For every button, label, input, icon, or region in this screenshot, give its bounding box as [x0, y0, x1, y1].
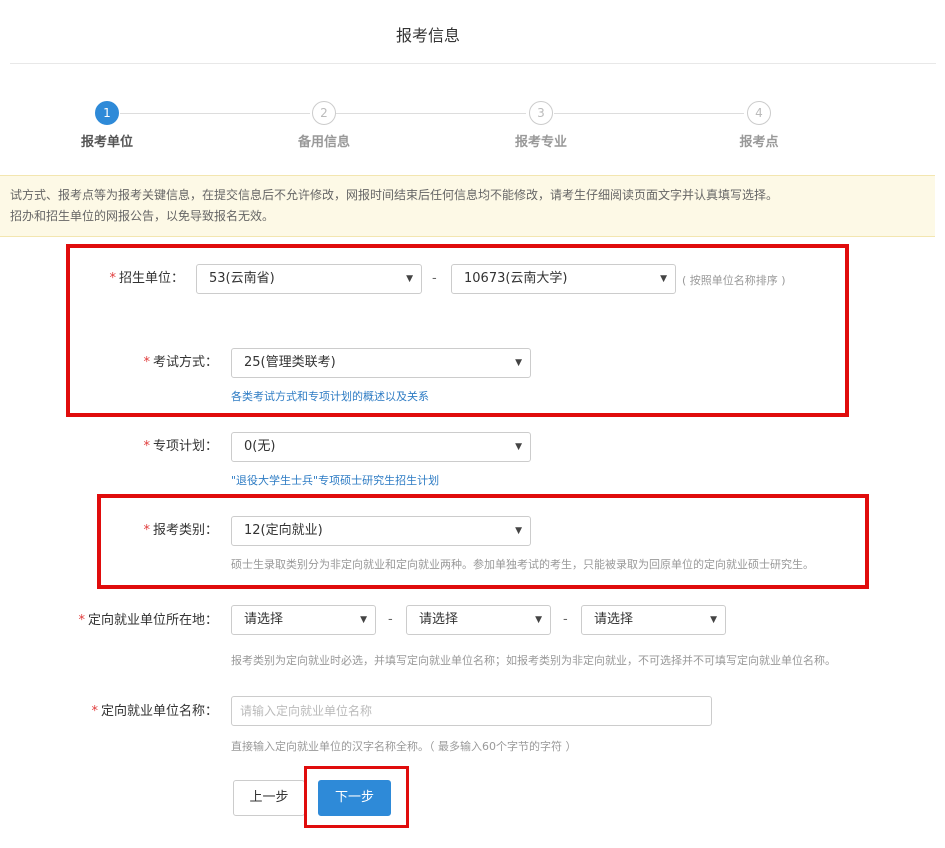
step-3: 3 报考专业 [481, 101, 601, 150]
prev-step-button[interactable]: 上一步 [233, 780, 305, 816]
caret-down-icon: ▼ [360, 615, 367, 625]
label-text: 招生单位： [118, 271, 184, 286]
veteran-plan-link[interactable]: "退役大学生士兵"专项硕士研究生招生计划 [231, 472, 439, 488]
sort-note: ( 按照单位名称排序 ) [682, 274, 786, 287]
caret-down-icon: ▼ [710, 615, 717, 625]
label-text: 定向就业单位所在地： [87, 613, 218, 628]
notice-line: 试方式、报考点等为报考关键信息，在提交信息后不允许修改，网报时间结束后任何信息均… [10, 188, 779, 202]
location-hint: 报考类别为定向就业时必选，并填写定向就业单位名称；如报考类别为非定向就业，不可选… [231, 654, 836, 667]
employer-name-label: * 定向就业单位名称： [91, 696, 218, 728]
select-value: 请选择 [419, 612, 459, 627]
exam-method-info-link[interactable]: 各类考试方式和专项计划的概述以及关系 [231, 388, 429, 404]
select-value: 10673(云南大学) [464, 271, 568, 286]
select-value: 12(定向就业) [244, 523, 323, 538]
caret-down-icon: ▼ [535, 615, 542, 625]
select-value: 请选择 [594, 612, 634, 627]
province-select[interactable]: 53(云南省) ▼ [196, 264, 422, 294]
next-step-button[interactable]: 下一步 [318, 780, 391, 816]
exam-method-label: * 考试方式： [143, 347, 218, 379]
employer-name-hint: 直接输入定向就业单位的汉字名称全称。（ 最多输入60个字节的字符 ） [231, 740, 577, 753]
employer-province-select[interactable]: 请选择 ▼ [231, 605, 376, 635]
recruiting-unit-select[interactable]: 10673(云南大学) ▼ [451, 264, 676, 294]
step-1: 1 报考单位 [47, 101, 167, 150]
select-value: 请选择 [244, 612, 284, 627]
step-label: 报考专业 [514, 135, 567, 150]
required-mark: * [143, 355, 150, 370]
application-category-select[interactable]: 12(定向就业) ▼ [231, 516, 531, 546]
label-text: 专项计划： [152, 439, 218, 454]
required-mark: * [91, 704, 98, 719]
required-mark: * [78, 613, 85, 628]
caret-down-icon: ▼ [515, 442, 522, 452]
step-label: 备用信息 [297, 135, 350, 150]
caret-down-icon: ▼ [515, 526, 522, 536]
step-4: 4 报考点 [699, 101, 819, 150]
step-progress: 1 报考单位 2 备用信息 3 报考专业 4 报考点 [0, 101, 945, 161]
application-category-label: * 报考类别： [143, 515, 218, 547]
select-value: 25(管理类联考) [244, 355, 336, 370]
employer-city-select[interactable]: 请选择 ▼ [406, 605, 551, 635]
page-title: 报考信息 [395, 26, 460, 45]
notice-line: 招办和招生单位的网报公告，以免导致报名无效。 [10, 209, 275, 223]
employer-location-label: * 定向就业单位所在地： [78, 605, 218, 637]
caret-down-icon: ▼ [406, 274, 413, 284]
select-value: 53(云南省) [209, 271, 275, 286]
notice-banner: 试方式、报考点等为报考关键信息，在提交信息后不允许修改，网报时间结束后任何信息均… [0, 175, 935, 237]
title-divider [10, 63, 936, 64]
separator: - [563, 612, 568, 627]
employer-name-input[interactable] [231, 696, 712, 726]
category-hint: 硕士生录取类别分为非定向就业和定向就业两种。参加单独考试的考生，只能被录取为回原… [231, 558, 814, 571]
required-mark: * [143, 523, 150, 538]
special-plan-select[interactable]: 0(无) ▼ [231, 432, 531, 462]
recruiting-unit-label: * 招生单位： [109, 263, 184, 295]
caret-down-icon: ▼ [515, 358, 522, 368]
label-text: 考试方式： [152, 355, 218, 370]
label-text: 定向就业单位名称： [100, 704, 218, 719]
separator: - [432, 271, 437, 286]
separator: - [388, 612, 393, 627]
step-number: 1 [95, 101, 119, 125]
step-number: 4 [747, 101, 771, 125]
caret-down-icon: ▼ [660, 274, 667, 284]
step-number: 2 [312, 101, 336, 125]
required-mark: * [143, 439, 150, 454]
step-label: 报考点 [739, 135, 779, 150]
label-text: 报考类别： [152, 523, 218, 538]
select-value: 0(无) [244, 439, 276, 454]
step-2: 2 备用信息 [264, 101, 384, 150]
special-plan-label: * 专项计划： [143, 431, 218, 463]
employer-district-select[interactable]: 请选择 ▼ [581, 605, 726, 635]
required-mark: * [109, 271, 116, 286]
step-number: 3 [529, 101, 553, 125]
step-label: 报考单位 [80, 135, 133, 150]
exam-method-select[interactable]: 25(管理类联考) ▼ [231, 348, 531, 378]
